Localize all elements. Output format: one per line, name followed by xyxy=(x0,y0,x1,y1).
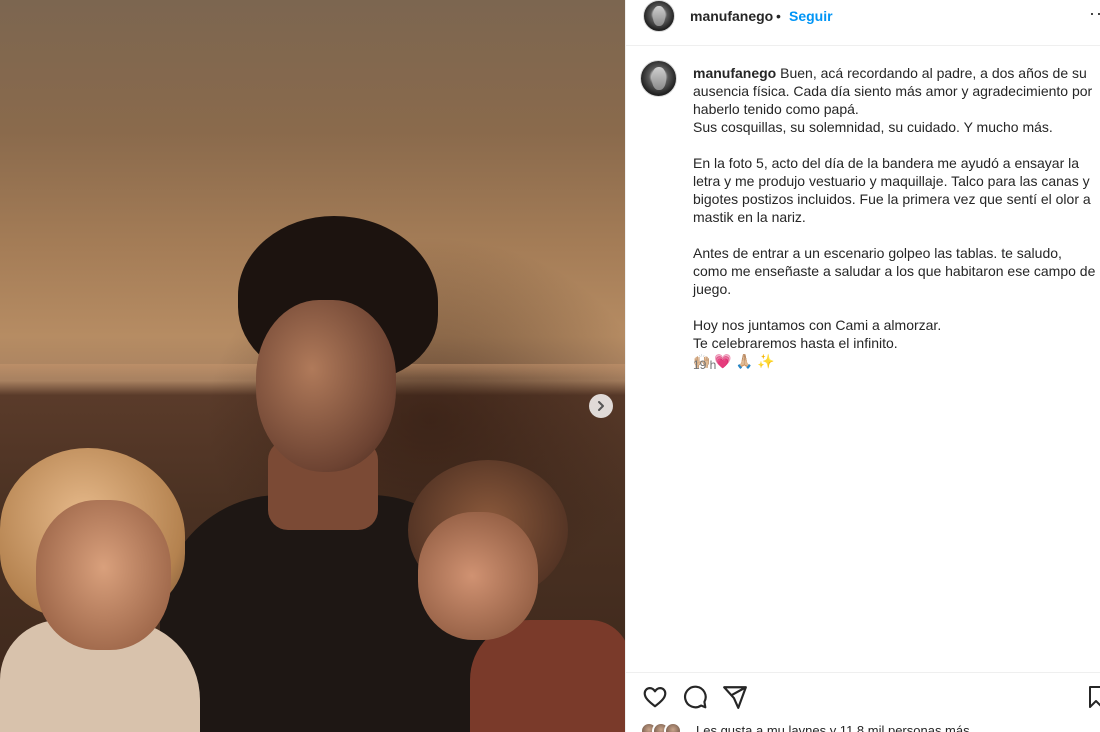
likes-summary[interactable]: Les gusta a mu.lavnes y 11,8 mil persona… xyxy=(640,718,1100,732)
more-icon[interactable]: ··· xyxy=(1089,3,1100,24)
chevron-right-icon xyxy=(598,401,604,411)
follow-button[interactable]: Seguir xyxy=(789,8,833,24)
heart-icon[interactable] xyxy=(642,684,668,710)
post-sidebar: manufanego • Seguir ··· manufanego Buen,… xyxy=(625,0,1100,732)
photo-left-child-face xyxy=(36,500,171,650)
post-caption: manufanego Buen, acá recordando al padre… xyxy=(693,64,1098,370)
caption-username[interactable]: manufanego xyxy=(693,65,776,81)
next-photo-button[interactable] xyxy=(589,394,613,418)
photo-man-face xyxy=(256,300,396,472)
caption-avatar[interactable] xyxy=(640,60,677,97)
likes-text[interactable]: Les gusta a mu.lavnes y 11,8 mil persona… xyxy=(696,723,970,732)
post-header: manufanego • Seguir ··· xyxy=(626,0,1100,46)
header-separator: • xyxy=(776,8,781,24)
post-photo[interactable] xyxy=(0,0,625,732)
caption-text: Buen, acá recordando al padre, a dos año… xyxy=(693,65,1096,369)
action-bar xyxy=(626,672,1100,722)
comment-icon[interactable] xyxy=(682,684,708,710)
author-avatar[interactable] xyxy=(643,0,675,32)
photo-right-child-face xyxy=(418,512,538,640)
liker-avatar xyxy=(664,722,682,732)
caption-timestamp[interactable]: 19 h xyxy=(693,358,716,372)
share-icon[interactable] xyxy=(722,684,748,710)
bookmark-icon[interactable] xyxy=(1088,684,1100,710)
author-username[interactable]: manufanego xyxy=(690,8,773,24)
